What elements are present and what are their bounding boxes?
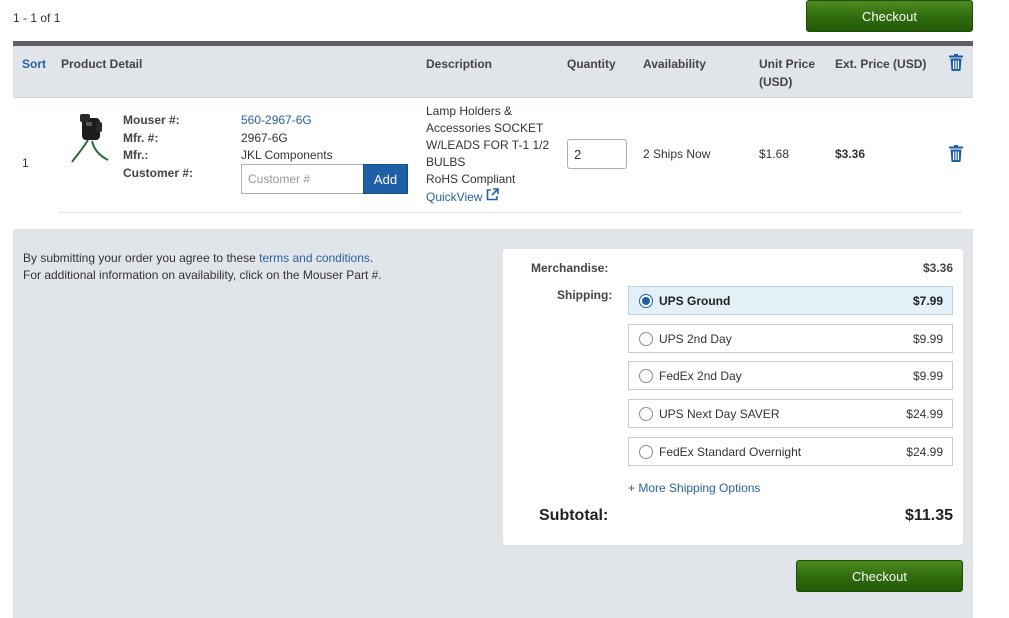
radio-icon[interactable] xyxy=(639,368,653,383)
shipping-option-name: UPS 2nd Day xyxy=(659,331,732,346)
checkout-button-top[interactable]: Checkout xyxy=(806,0,973,32)
mfr-part-number: 2967-6G xyxy=(241,130,288,145)
shipping-option-name: FedEx Standard Overnight xyxy=(659,444,802,459)
shipping-option-fedex-standard-overnight[interactable]: FedEx Standard Overnight $24.99 xyxy=(628,437,953,466)
subtotal-value: $11.35 xyxy=(904,507,953,524)
subtotal-label: Subtotal: xyxy=(539,507,609,524)
customer-number-group: Add xyxy=(241,164,408,194)
manufacturer-label: Mfr.: xyxy=(123,148,149,162)
quickview-label: QuickView xyxy=(426,189,483,204)
unit-price-header: Unit Price (USD) xyxy=(759,57,816,89)
row-divider xyxy=(60,212,961,213)
availability-status: 2 Ships Now xyxy=(643,147,711,161)
product-detail-header: Product Detail xyxy=(61,57,143,71)
shipping-option-ups-next-day-saver[interactable]: UPS Next Day SAVER $24.99 xyxy=(628,399,953,428)
order-summary: Merchandise: $3.36 Shipping: UPS Ground … xyxy=(503,249,963,545)
shipping-option-name: UPS Ground xyxy=(659,293,731,308)
shipping-option-ups-2nd-day[interactable]: UPS 2nd Day $9.99 xyxy=(628,324,953,353)
description-cell: Lamp Holders & Accessories SOCKET W/LEAD… xyxy=(426,103,552,206)
cart-table: Sort Product Detail Description Quantity… xyxy=(13,41,973,229)
part-values: 560-2967-6G 2967-6G JKL Components xyxy=(241,112,333,165)
external-link-icon xyxy=(486,188,500,206)
terms-notice: By submitting your order you agree to th… xyxy=(23,250,382,284)
quickview-link[interactable]: QuickView xyxy=(426,188,500,206)
description-text: Lamp Holders & Accessories SOCKET W/LEAD… xyxy=(426,104,550,169)
extended-price: $3.36 xyxy=(835,147,866,161)
merchandise-label: Merchandise: xyxy=(531,261,609,275)
shipping-option-name: UPS Next Day SAVER xyxy=(659,406,780,421)
radio-icon[interactable] xyxy=(639,331,653,346)
rohs-status: RoHS Compliant xyxy=(426,172,516,186)
shipping-option-ups-ground[interactable]: UPS Ground $7.99 xyxy=(628,286,953,315)
shipping-option-name: FedEx 2nd Day xyxy=(659,368,742,383)
radio-selected-icon[interactable] xyxy=(639,293,653,308)
quantity-header: Quantity xyxy=(567,57,616,71)
customer-number-input[interactable] xyxy=(241,164,363,194)
ext-price-header: Ext. Price (USD) xyxy=(835,57,927,71)
table-header: Sort Product Detail Description Quantity… xyxy=(13,41,973,97)
quantity-input[interactable] xyxy=(567,139,627,169)
terms-prefix: By submitting your order you agree to th… xyxy=(23,251,260,265)
shipping-option-fedex-2nd-day[interactable]: FedEx 2nd Day $9.99 xyxy=(628,361,953,390)
checkout-button-bottom[interactable]: Checkout xyxy=(796,560,963,592)
terms-suffix: . xyxy=(369,251,374,265)
terms-link[interactable]: terms and conditions xyxy=(259,251,370,265)
availability-note: For additional information on availabili… xyxy=(23,268,382,282)
shipping-option-price: $9.99 xyxy=(912,368,943,383)
radio-icon[interactable] xyxy=(639,406,653,421)
shipping-option-price: $24.99 xyxy=(906,444,943,459)
merchandise-value: $3.36 xyxy=(922,261,953,275)
shipping-option-price: $24.99 xyxy=(906,406,943,421)
trash-icon[interactable] xyxy=(949,145,963,162)
shipping-label: Shipping: xyxy=(557,288,613,302)
description-header: Description xyxy=(426,57,493,71)
more-shipping-options-link[interactable]: + More Shipping Options xyxy=(628,481,760,495)
customer-number-label: Customer #: xyxy=(123,165,194,180)
mouser-label: Mouser #: xyxy=(123,113,180,127)
radio-icon[interactable] xyxy=(639,444,653,459)
row-index: 1 xyxy=(22,156,29,170)
availability-header: Availability xyxy=(643,57,706,71)
lamp-holder-product-image[interactable] xyxy=(68,110,114,166)
part-labels: Mouser #: Mfr. #: Mfr.: Customer #: xyxy=(123,112,193,182)
manufacturer-name: JKL Components xyxy=(241,148,333,162)
shipping-option-price: $9.99 xyxy=(912,331,943,346)
shipping-option-price: $7.99 xyxy=(912,293,943,308)
table-row: 1 Mouser #: Mfr. #: Mfr.: Customer #: 56… xyxy=(13,97,973,229)
pagination-count: 1 - 1 of 1 xyxy=(13,11,61,25)
add-customer-number-button[interactable]: Add xyxy=(363,164,408,194)
unit-price: $1.68 xyxy=(759,147,790,161)
sort-header[interactable]: Sort xyxy=(22,55,46,73)
mfr-number-label: Mfr. #: xyxy=(123,130,159,145)
trash-icon[interactable] xyxy=(949,54,963,71)
mouser-part-link[interactable]: 560-2967-6G xyxy=(241,112,333,130)
